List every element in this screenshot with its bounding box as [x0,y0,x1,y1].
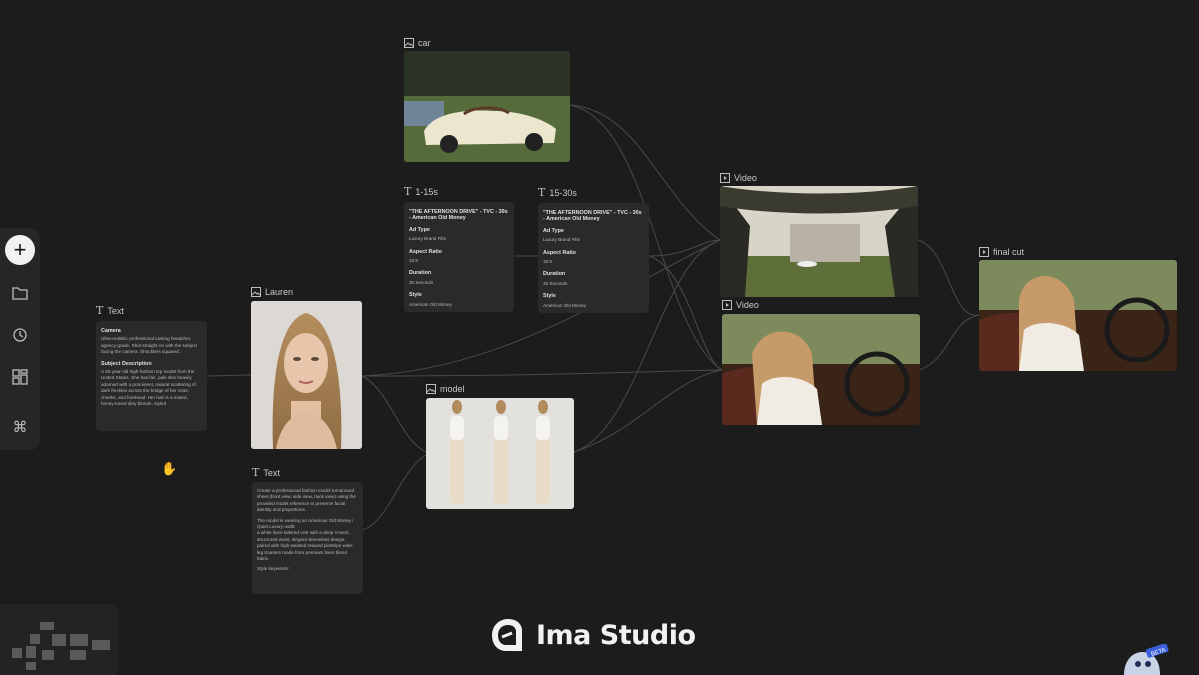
text-icon: T [252,466,260,479]
grid-icon [12,369,28,385]
script-node-label: T 15-30s [538,186,577,199]
model-turnaround-image[interactable] [426,398,574,509]
video-node-label: Video [722,300,759,310]
section-body: Style keywords: [257,566,290,572]
field-key: Style [543,293,556,300]
field-value: Luxury Brand Film [409,236,447,242]
field-value: 30 Seconds [543,280,568,286]
text-node-title: Text [263,468,280,478]
image-node-title: car [418,38,431,48]
script-node-title: 15-30s [549,188,577,198]
add-node-button[interactable]: + [5,235,35,265]
shortcuts-button[interactable]: ⌘ [5,412,35,442]
video-icon [722,300,732,310]
text-node-title: Text [107,306,124,316]
field-key: Style [409,292,422,299]
lauren-portrait-image[interactable] [251,301,362,449]
files-button[interactable] [5,278,35,308]
image-icon [426,384,436,394]
video-node-title: Video [734,173,757,183]
section-body: Create a professional fashion model turn… [257,488,356,513]
section-body: Ultra-realistic professional casting hea… [101,336,198,355]
text-node-label: T Text [96,304,124,317]
video-node-title: Video [736,300,759,310]
field-key: Ad Type [543,227,564,234]
script-node-title: 1-15s [415,187,438,197]
script-title: "THE AFTERNOON DRIVE" - TVC - 30s - Amer… [409,209,508,222]
text-node-turnaround[interactable]: Create a professional fashion model turn… [252,482,363,594]
field-value: 16:9 [409,258,418,264]
field-key: Duration [409,270,432,277]
final-cut-video[interactable] [979,260,1177,371]
video-icon [979,247,989,257]
command-icon: ⌘ [12,419,28,436]
car-image[interactable] [404,51,570,162]
video-node-label: final cut [979,247,1024,257]
text-node-label: T Text [252,466,280,479]
section-body: a white linen tailored vest with a deep … [257,530,354,562]
image-node-label: model [426,384,465,394]
image-node-title: Lauren [265,287,294,297]
text-icon: T [96,304,104,317]
image-node-label: car [404,38,431,48]
script-node-1-15s[interactable]: "THE AFTERNOON DRIVE" - TVC - 30s - Amer… [404,202,514,312]
field-key: Aspect Ratio [409,248,442,255]
video-node-title: final cut [993,247,1025,257]
image-icon [251,287,261,297]
field-value: American Old Money [543,302,586,308]
text-icon: T [538,186,546,199]
field-key: Aspect Ratio [543,249,576,256]
minimap[interactable] [0,604,118,675]
image-node-title: model [440,384,465,394]
ima-logo-icon [492,619,522,651]
workflow-canvas[interactable]: + ⌘ T Text Camera Ultra-realistic profes… [0,0,1199,675]
script-node-label: T 1-15s [404,185,438,198]
history-button[interactable] [5,320,35,350]
assistant-mascot[interactable]: BETA [1120,643,1170,675]
plus-icon: + [13,237,27,262]
templates-button[interactable] [5,362,35,392]
field-value: 30 Seconds [409,279,434,285]
video-estate-drive[interactable] [720,186,918,297]
brand-logo: Ima Studio [486,615,696,655]
section-body: A 20-year-old high-fashion top model fro… [101,369,196,407]
history-icon [13,328,27,342]
text-icon: T [404,185,412,198]
image-icon [404,38,414,48]
image-node-label: Lauren [251,287,293,297]
video-node-label: Video [720,173,757,183]
script-title: "THE AFTERNOON DRIVE" - TVC - 30s - Amer… [543,210,642,223]
field-value: Luxury Brand Film [543,237,581,243]
text-node-camera[interactable]: Camera Ultra-realistic professional cast… [96,321,207,431]
section-heading: Subject Description [101,360,152,367]
grab-cursor-icon: ✋ [161,461,178,476]
script-node-15-30s[interactable]: "THE AFTERNOON DRIVE" - TVC - 30s - Amer… [538,203,649,313]
field-key: Ad Type [409,226,430,233]
left-toolbar: + ⌘ [0,228,40,450]
section-heading: Camera [101,328,121,334]
brand-name: Ima Studio [536,619,696,651]
section-body: The model is wearing an American Old Mon… [257,517,354,530]
field-value: American Old Money [409,301,452,307]
video-icon [720,173,730,183]
video-driving-closeup[interactable] [722,314,920,425]
field-value: 16:9 [543,259,552,265]
folder-icon [12,287,28,300]
field-key: Duration [543,271,566,278]
